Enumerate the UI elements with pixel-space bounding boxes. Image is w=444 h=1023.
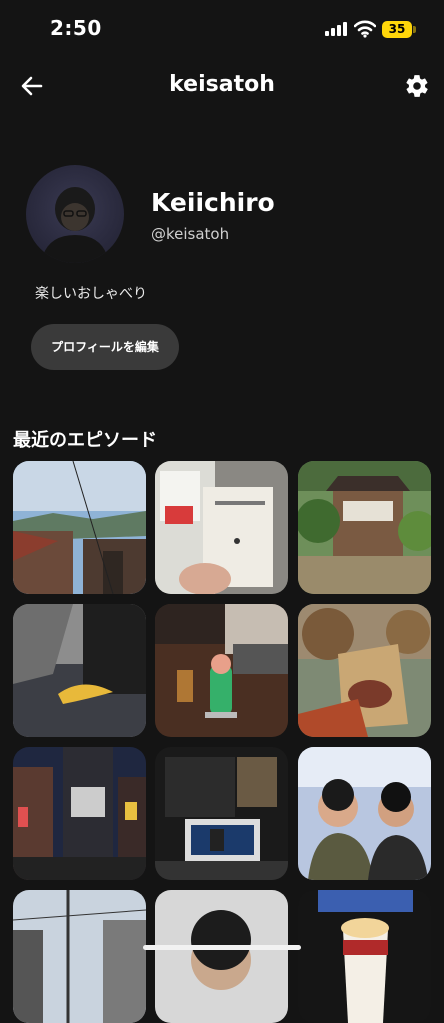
edit-profile-button[interactable]: プロフィールを編集 [31,324,179,370]
home-indicator[interactable] [143,945,301,950]
episode-thumbnail-cinema-popcorn[interactable] [298,890,431,1023]
episode-thumbnail-sweet-potato[interactable] [298,604,431,737]
episode-thumbnail-bag-banana[interactable] [13,604,146,737]
avatar-photo [41,187,109,263]
battery-icon: 35 [382,21,412,38]
status-time: 2:50 [50,16,102,40]
episode-thumbnail-city-night[interactable] [13,747,146,880]
wifi-icon [354,20,376,38]
episode-thumbnail-cafe-table[interactable] [155,604,288,737]
episode-thumbnail-town-street[interactable] [13,461,146,594]
page-title: keisatoh [169,72,275,97]
episode-thumbnail-person-portrait[interactable] [155,890,288,1023]
section-title-recent-episodes: 最近のエピソード [13,430,157,451]
display-name: Keiichiro [151,188,275,217]
gear-icon[interactable] [404,73,430,99]
episode-thumbnail-street-wires[interactable] [13,890,146,1023]
episode-thumbnail-book[interactable] [155,461,288,594]
user-handle: @keisatoh [151,225,230,243]
bio-text: 楽しいおしゃべり [35,286,147,302]
episode-thumbnail-exhibit-booth[interactable] [155,747,288,880]
battery-tip [413,26,416,33]
avatar[interactable] [26,165,124,263]
episode-thumbnail-japanese-house[interactable] [298,461,431,594]
cellular-signal-icon [325,22,347,36]
episode-thumbnail-friends-selfie[interactable] [298,747,431,880]
